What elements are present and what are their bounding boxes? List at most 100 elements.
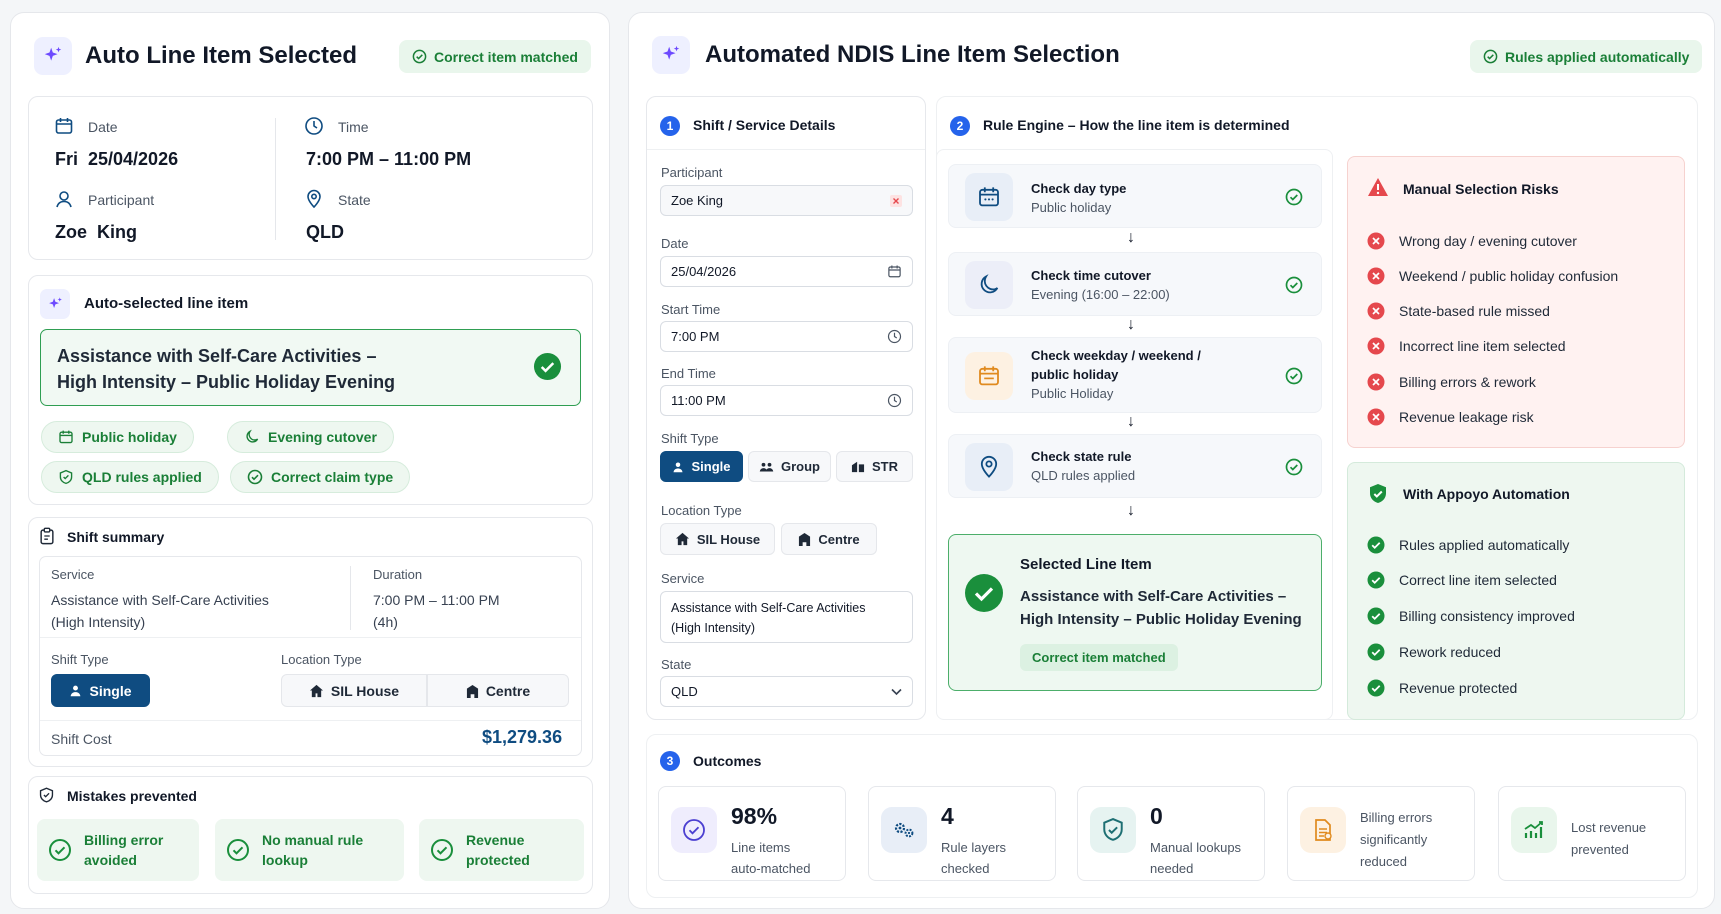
location-label: Centre xyxy=(818,531,860,547)
date-label: Date xyxy=(88,119,118,135)
shift-type-single[interactable]: Single xyxy=(660,451,743,482)
risk-label: Incorrect line item selected xyxy=(1399,338,1566,354)
building-icon xyxy=(466,684,479,698)
warning-icon xyxy=(1367,177,1389,197)
location-label: Centre xyxy=(485,682,531,699)
calendar-icon[interactable] xyxy=(887,264,902,279)
shield-icon xyxy=(38,786,55,804)
shift-type-single[interactable]: Single xyxy=(51,674,150,707)
mistake-item: Revenue protected xyxy=(419,819,584,881)
moon-icon xyxy=(965,261,1013,309)
mistake-line: lookup xyxy=(262,852,308,868)
shift-type-label: Group xyxy=(781,459,820,474)
participant-value: Zoe King xyxy=(55,222,137,242)
pill-evening-cutover: Evening cutover xyxy=(227,421,394,453)
outcome-card: 98% Line items auto-matched xyxy=(658,786,846,881)
section-title: Rule Engine – How the line item is deter… xyxy=(983,117,1290,133)
auto-selected-heading: Auto-selected line item xyxy=(84,295,249,312)
mistake-line: avoided xyxy=(84,852,137,868)
risk-label: Weekend / public holiday confusion xyxy=(1399,268,1619,284)
outcome-line: Line items xyxy=(731,840,791,855)
service-value-2: (High Intensity) xyxy=(671,621,756,635)
clock-icon xyxy=(304,116,324,136)
rules-applied-badge: Rules applied automatically xyxy=(1470,40,1703,73)
location-centre[interactable]: Centre xyxy=(781,523,877,555)
step-sub: Evening (16:00 – 22:00) xyxy=(1031,287,1170,302)
step-title: Check state rule xyxy=(1031,449,1132,464)
clear-icon[interactable] xyxy=(890,194,902,207)
step-sub: QLD rules applied xyxy=(1031,468,1136,483)
service-field[interactable]: Assistance with Self-Care Activities (Hi… xyxy=(660,591,913,643)
divider xyxy=(40,720,581,721)
step-title: Check day type xyxy=(1031,181,1127,196)
building-icon xyxy=(851,460,865,473)
line-item-text-2: High Intensity – Public Holiday Evening xyxy=(57,372,396,392)
shield-check-icon xyxy=(1368,483,1388,505)
start-time-field[interactable]: 7:00 PM xyxy=(660,321,913,352)
building-icon xyxy=(798,532,811,546)
page-title: Automated NDIS Line Item Selection xyxy=(705,41,1120,68)
location-sil-house[interactable]: SIL House xyxy=(281,674,427,707)
participant-label: Participant xyxy=(88,192,155,208)
duration-label: Duration xyxy=(373,567,423,582)
shift-type-label: Single xyxy=(691,459,731,474)
step-sub: Public Holiday xyxy=(1031,386,1114,401)
shift-type-group[interactable]: Group xyxy=(748,451,831,482)
service-value-1: Assistance with Self-Care Activities xyxy=(51,592,269,608)
person-icon xyxy=(54,189,74,209)
mistake-line: Revenue xyxy=(466,832,525,848)
rule-step-day-type: Check day type Public holiday xyxy=(948,164,1322,228)
service-value-1: Assistance with Self-Care Activities xyxy=(671,601,866,615)
end-time-value: 11:00 PM xyxy=(671,393,726,408)
clock-icon[interactable] xyxy=(887,329,902,344)
mistake-item: Billing error avoided xyxy=(37,819,199,881)
benefit-item: Billing consistency improved xyxy=(1367,607,1575,625)
state-select[interactable]: QLD xyxy=(660,676,913,707)
shift-type-str[interactable]: STR xyxy=(836,451,913,482)
outcome-line: Billing errors xyxy=(1360,810,1433,825)
person-icon xyxy=(672,461,684,473)
shield-check-icon xyxy=(1090,807,1136,853)
participant-field[interactable]: Zoe King xyxy=(660,185,913,216)
section-title: Shift / Service Details xyxy=(693,117,836,133)
outcome-line: checked xyxy=(941,861,990,876)
benefit-label: Revenue protected xyxy=(1399,680,1518,696)
chevron-down-icon[interactable] xyxy=(891,688,902,696)
check-circle-icon xyxy=(1367,643,1385,661)
location-sil-house[interactable]: SIL House xyxy=(660,523,775,555)
risk-item: Wrong day / evening cutover xyxy=(1367,232,1577,250)
outcome-line: Rule layers xyxy=(941,840,1007,855)
service-label: Service xyxy=(51,567,95,582)
benefit-label: Rework reduced xyxy=(1399,644,1501,660)
pill-label: Correct claim type xyxy=(271,469,394,485)
check-circle-icon xyxy=(1285,188,1303,206)
outcome-desc: Billing errors significantly reduced xyxy=(1360,807,1480,873)
selected-heading: Selected Line Item xyxy=(1020,556,1152,573)
outcome-desc: Line items auto-matched xyxy=(731,837,841,879)
clock-icon[interactable] xyxy=(887,393,902,408)
shift-summary-heading: Shift summary xyxy=(67,529,165,545)
shield-check-icon xyxy=(58,469,74,485)
state-value: QLD xyxy=(671,684,698,699)
outcome-line: Manual lookups xyxy=(1150,840,1242,855)
risk-item: State-based rule missed xyxy=(1367,302,1550,320)
check-circle-icon xyxy=(247,469,263,485)
check-circle-icon xyxy=(671,807,717,853)
section-number: 3 xyxy=(660,751,680,771)
step-title: Check weekday / weekend / xyxy=(1031,348,1201,363)
date-value: Fri 25/04/2026 xyxy=(55,149,179,169)
check-circle-icon xyxy=(1285,458,1303,476)
date-field[interactable]: 25/04/2026 xyxy=(660,256,913,287)
pill-public-holiday: Public holiday xyxy=(41,421,194,453)
end-time-label: End Time xyxy=(661,366,716,381)
line-item-text-1: Assistance with Self-Care Activities – xyxy=(57,346,377,366)
duration-value-1: 7:00 PM – 11:00 PM xyxy=(373,592,500,608)
outcome-line: needed xyxy=(1150,861,1194,876)
calendar-icon xyxy=(54,116,74,136)
risk-label: Wrong day / evening cutover xyxy=(1399,233,1577,249)
end-time-field[interactable]: 11:00 PM xyxy=(660,385,913,416)
location-centre[interactable]: Centre xyxy=(427,674,569,707)
divider xyxy=(40,637,581,638)
badge-label: Rules applied automatically xyxy=(1505,48,1690,65)
outcome-line: auto-matched xyxy=(731,861,811,876)
